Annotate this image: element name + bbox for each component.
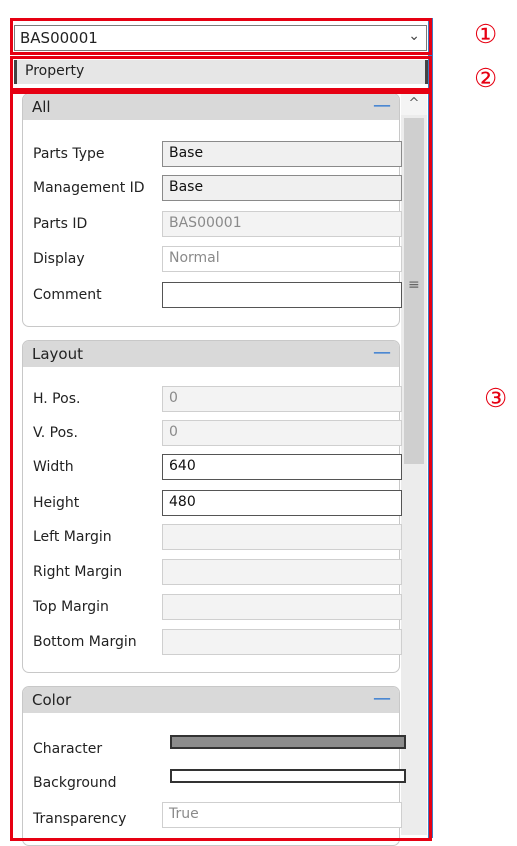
- marker-3: ③: [484, 384, 508, 414]
- highlight-box-3: [10, 91, 432, 841]
- highlight-box-2: [10, 56, 432, 91]
- highlight-box-1: [10, 18, 432, 55]
- marker-1: ①: [474, 20, 498, 50]
- marker-2: ②: [474, 64, 498, 94]
